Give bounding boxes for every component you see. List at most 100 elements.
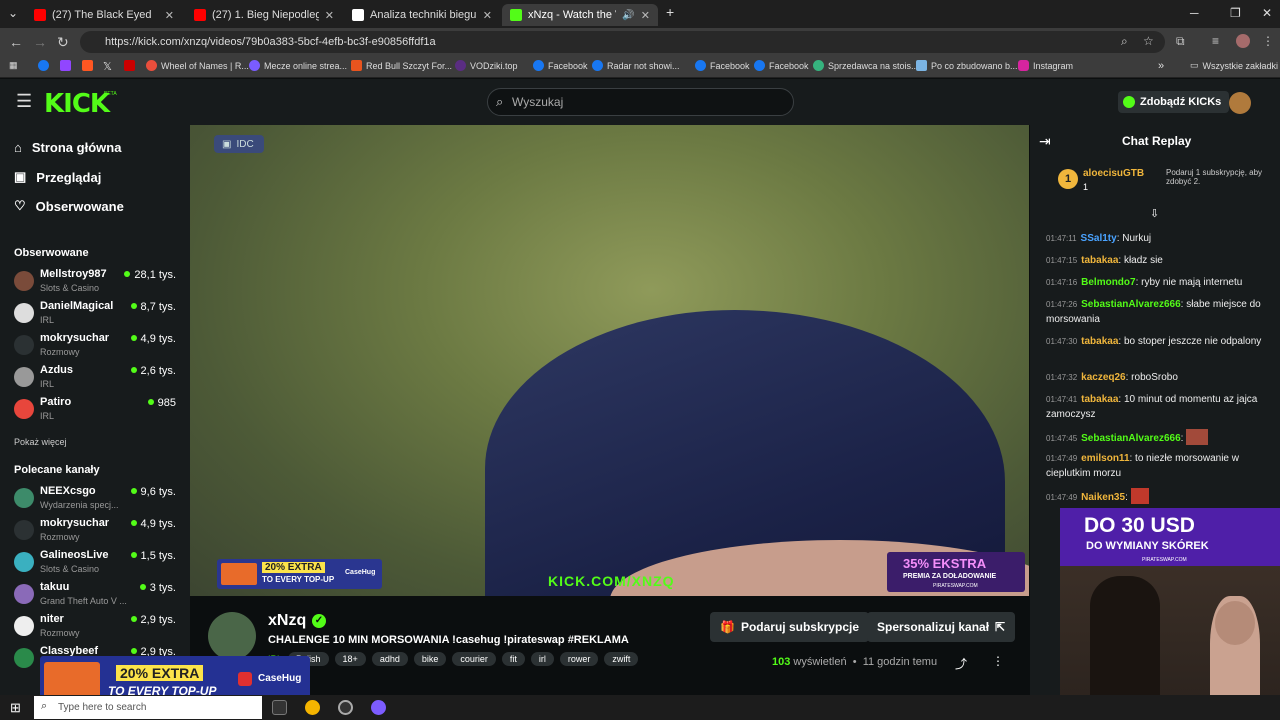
banner-image: [221, 563, 257, 585]
all-bookmarks[interactable]: ▭ Wszystkie zakładki: [1190, 60, 1278, 71]
avatar: [14, 584, 34, 604]
chrome-icon[interactable]: [305, 700, 320, 715]
back-icon[interactable]: ←: [9, 34, 23, 50]
discord-icon[interactable]: [371, 700, 386, 715]
maximize-icon[interactable]: ❐: [1230, 6, 1241, 20]
tag[interactable]: rower: [559, 652, 599, 666]
tab-search-icon[interactable]: ⌄: [8, 6, 18, 20]
folder-icon: ▭: [1190, 60, 1199, 70]
bookmark-item[interactable]: Po co zbudowano b...: [916, 60, 1018, 71]
user-avatar[interactable]: [1229, 92, 1251, 114]
audio-icon[interactable]: 🔊: [622, 10, 634, 21]
media-icon[interactable]: ≡: [1212, 34, 1219, 48]
gift-sub-button[interactable]: 🎁 Podaruj subskrypcje: [710, 612, 869, 642]
get-kicks-button[interactable]: Zdobądź KICKs: [1118, 91, 1230, 113]
search-input[interactable]: ⌕ Wyszukaj: [487, 88, 794, 116]
kick-logo[interactable]: KICK: [44, 89, 110, 119]
close-tab-icon[interactable]: ✕: [483, 9, 492, 22]
bookmarks-bar: ▦ 𝕏 Wheel of Names | R... Mecze online s…: [0, 56, 1280, 78]
show-more-link[interactable]: Pokaż więcej: [14, 437, 67, 447]
kick-icon: [510, 9, 522, 21]
browser-tab-active[interactable]: xNzq - Watch the VOD on K 🔊 ✕: [502, 4, 658, 26]
chat-message: 01:47:45 SebastianAlvarez666:: [1046, 429, 1272, 446]
channel-item[interactable]: niter Rozmowy 2,9 tys.: [14, 613, 176, 641]
minimize-icon[interactable]: ─: [1190, 6, 1199, 20]
bookmark-icon[interactable]: [82, 60, 93, 71]
bookmark-item[interactable]: VODziki.top: [455, 60, 518, 71]
channel-item[interactable]: GalineosLive Slots & Casino 1,5 tys.: [14, 549, 176, 577]
reload-icon[interactable]: ↻: [57, 34, 69, 51]
bookmark-item[interactable]: Facebook: [533, 60, 588, 71]
close-tab-icon[interactable]: ✕: [325, 9, 334, 22]
forward-icon[interactable]: →: [33, 34, 47, 50]
view-count: 103 wyświetleń • 11 godzin temu: [772, 656, 938, 668]
close-tab-icon[interactable]: ✕: [641, 9, 650, 22]
browser-tab[interactable]: Analiza techniki biegu – ocena ✕: [344, 4, 500, 26]
zoom-icon[interactable]: ⌕: [1121, 34, 1128, 49]
browser-tab[interactable]: (27) The Black Eyed Peas - I Got ✕: [26, 4, 182, 26]
kicks-icon: [1123, 96, 1135, 108]
video-player[interactable]: ▣ IDC KICK.COM/XNZQ 20% EXTRA TO EVERY TO…: [190, 125, 1029, 596]
taskbar-search-input[interactable]: ⌕ Type here to search: [34, 696, 262, 719]
bookmark-item[interactable]: Radar not showi...: [592, 60, 680, 71]
apps-icon[interactable]: ▦: [9, 60, 18, 71]
more-options-icon[interactable]: ⋮: [992, 654, 1004, 668]
tag[interactable]: courier: [452, 652, 496, 666]
sidebar-item-browse[interactable]: ▣ Przeglądaj: [14, 169, 101, 185]
collapse-chat-icon[interactable]: ⇥: [1039, 133, 1051, 150]
customize-channel-button[interactable]: Spersonalizuj kanał ⇱: [867, 612, 1016, 642]
bookmark-item[interactable]: Facebook: [695, 60, 750, 71]
pirateswap-ad: DO 30 USD DO WYMIANY SKÓREK PIRATESWAP.C…: [1060, 508, 1280, 566]
hamburger-menu-icon[interactable]: ☰: [16, 91, 32, 112]
channel-item[interactable]: Mellstroy987 Slots & Casino 28,1 tys.: [14, 268, 176, 296]
bookmark-item[interactable]: Sprzedawca na stois...: [813, 60, 919, 71]
tag[interactable]: adhd: [371, 652, 408, 666]
app-icon[interactable]: [338, 700, 353, 715]
more-bookmarks-icon[interactable]: »: [1158, 60, 1164, 72]
terminal-icon[interactable]: [272, 700, 287, 715]
close-tab-icon[interactable]: ✕: [165, 9, 174, 22]
tag[interactable]: irl: [530, 652, 554, 666]
tag[interactable]: zwift: [604, 652, 639, 666]
windows-start-icon[interactable]: ⊞: [10, 700, 21, 716]
filter-icon[interactable]: ⇩: [1150, 207, 1159, 220]
channel-item[interactable]: mokrysuchar Rozmowy 4,9 tys.: [14, 332, 176, 360]
sidebar-item-home[interactable]: ⌂ Strona główna: [14, 140, 121, 155]
channel-item[interactable]: DanielMagical IRL 8,7 tys.: [14, 300, 176, 328]
channel-avatar[interactable]: [208, 612, 256, 660]
profile-avatar[interactable]: [1236, 34, 1250, 48]
bookmark-star-icon[interactable]: ☆: [1143, 34, 1154, 48]
bookmark-item[interactable]: Mecze online strea...: [249, 60, 347, 71]
tag[interactable]: fit: [501, 652, 525, 666]
extensions-icon[interactable]: ⧉: [1176, 34, 1185, 49]
tag[interactable]: bike: [413, 652, 447, 666]
channel-item[interactable]: Azdus IRL 2,6 tys.: [14, 364, 176, 392]
facebook-icon[interactable]: [38, 60, 49, 71]
url-field[interactable]: https://kick.com/xnzq/videos/79b0a383-5b…: [80, 31, 1165, 53]
channel-name[interactable]: xNzq: [268, 612, 306, 630]
address-toolbar: ← → ↻ https://kick.com/xnzq/videos/79b0a…: [0, 28, 1280, 56]
bookmark-item[interactable]: Instagram: [1018, 60, 1073, 71]
twitch-icon[interactable]: [60, 60, 71, 71]
browser-tab[interactable]: (27) 1. Bieg Niepodległości Gdy ✕: [186, 4, 342, 26]
avatar: [14, 616, 34, 636]
channel-item[interactable]: NEEXcsgo Wydarzenia specj... 9,6 tys.: [14, 485, 176, 513]
bookmark-item[interactable]: Wheel of Names | R...: [146, 60, 249, 71]
chat-message: 01:47:16 Belmondo7: ryby nie mają interne…: [1046, 277, 1243, 288]
channel-item[interactable]: mokrysuchar Rozmowy 4,9 tys.: [14, 517, 176, 545]
share-icon[interactable]: ⤴: [955, 655, 967, 672]
sidebar-item-following[interactable]: ♡ Obserwowane: [14, 198, 124, 214]
avatar: [14, 335, 34, 355]
close-window-icon[interactable]: ✕: [1262, 6, 1272, 20]
emote: [1130, 488, 1149, 504]
youtube-icon: [34, 9, 46, 21]
channel-item[interactable]: takuu Grand Theft Auto V ... 3 tys.: [14, 581, 176, 609]
bookmark-item[interactable]: Facebook: [754, 60, 809, 71]
channel-item[interactable]: Patiro IRL 985: [14, 396, 176, 424]
bookmark-icon[interactable]: [124, 60, 135, 71]
tag[interactable]: 18+: [334, 652, 366, 666]
new-tab-icon[interactable]: +: [666, 4, 674, 20]
menu-icon[interactable]: ⋮: [1262, 34, 1274, 48]
bookmark-item[interactable]: Red Bull Szczyt For...: [351, 60, 452, 71]
x-icon[interactable]: 𝕏: [103, 60, 112, 73]
